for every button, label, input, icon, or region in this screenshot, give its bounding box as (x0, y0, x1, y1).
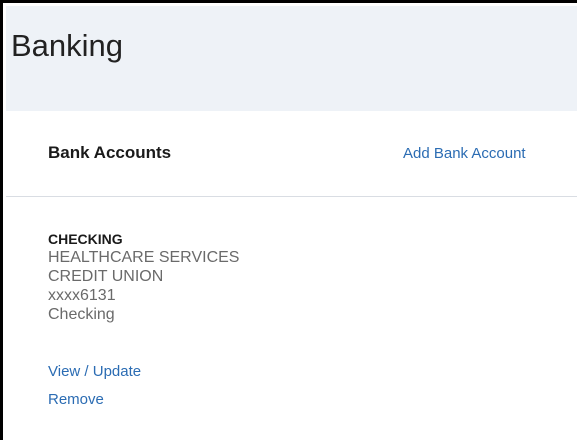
institution-name-line1: HEALTHCARE SERVICES (48, 249, 240, 266)
bank-account-card: CHECKING HEALTHCARE SERVICES CREDIT UNIO… (48, 230, 239, 324)
remove-link[interactable]: Remove (48, 390, 141, 410)
account-actions: View / Update Remove (48, 362, 141, 418)
add-bank-account-link[interactable]: Add Bank Account (403, 144, 526, 164)
masked-account-number: xxxx6131 (48, 287, 116, 304)
bank-accounts-heading: Bank Accounts (48, 143, 172, 162)
page-title: Banking (11, 28, 124, 63)
account-kind: Checking (48, 306, 115, 323)
account-type-label: CHECKING (48, 231, 123, 247)
section-divider (6, 196, 577, 197)
institution-name-line2: CREDIT UNION (48, 268, 164, 285)
view-update-link[interactable]: View / Update (48, 362, 141, 382)
page-header: Banking (6, 6, 577, 111)
banking-page: Banking Bank Accounts Add Bank Account C… (0, 0, 577, 440)
